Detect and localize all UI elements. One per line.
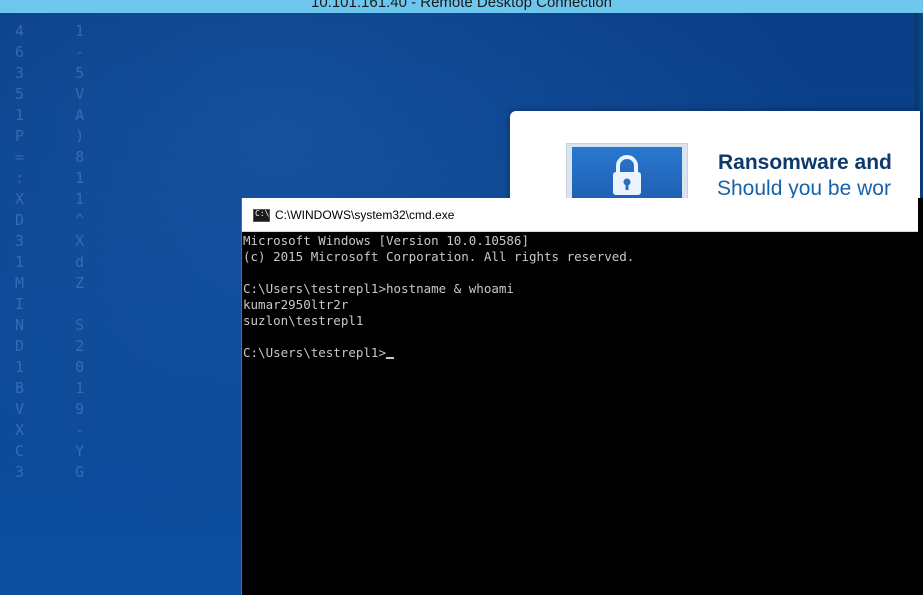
console-line: kumar2950ltr2r bbox=[243, 297, 349, 312]
text-cursor bbox=[386, 357, 394, 359]
cmd-title-bar[interactable]: C:\ C:\WINDOWS\system32\cmd.exe bbox=[242, 198, 918, 232]
cmd-window-title: C:\WINDOWS\system32\cmd.exe bbox=[275, 208, 455, 222]
cmd-window[interactable]: C:\ C:\WINDOWS\system32\cmd.exe Microsof… bbox=[241, 198, 923, 595]
padlock-icon bbox=[613, 155, 641, 195]
console-prompt: C:\Users\testrepl1> bbox=[243, 345, 386, 360]
laptop-screen bbox=[572, 147, 682, 201]
cmd-icon-glyph: C:\ bbox=[255, 209, 270, 218]
rdp-window-title: 10.101.161.40 - Remote Desktop Connectio… bbox=[310, 0, 613, 11]
cmd-app-icon: C:\ bbox=[253, 209, 270, 222]
console-line: (c) 2015 Microsoft Corporation. All righ… bbox=[243, 249, 635, 264]
popup-laptop-image bbox=[566, 143, 688, 205]
console-line: C:\Users\testrepl1>hostname & whoami bbox=[243, 281, 514, 296]
console-prompt-line[interactable]: C:\Users\testrepl1> bbox=[243, 345, 923, 361]
rdp-title-bar[interactable]: 10.101.161.40 - Remote Desktop Connectio… bbox=[0, 0, 923, 13]
console-line: suzlon\testrepl1 bbox=[243, 313, 364, 328]
wallpaper-pattern: 4 1 6 - 3 5 5 V 1 A P ) = 8 : 1 X 1 D ^ … bbox=[15, 22, 91, 481]
console-line: Microsoft Windows [Version 10.0.10586] bbox=[243, 233, 529, 248]
console-output[interactable]: Microsoft Windows [Version 10.0.10586] (c… bbox=[243, 233, 923, 595]
popup-heading: Ransomware and bbox=[718, 151, 892, 174]
